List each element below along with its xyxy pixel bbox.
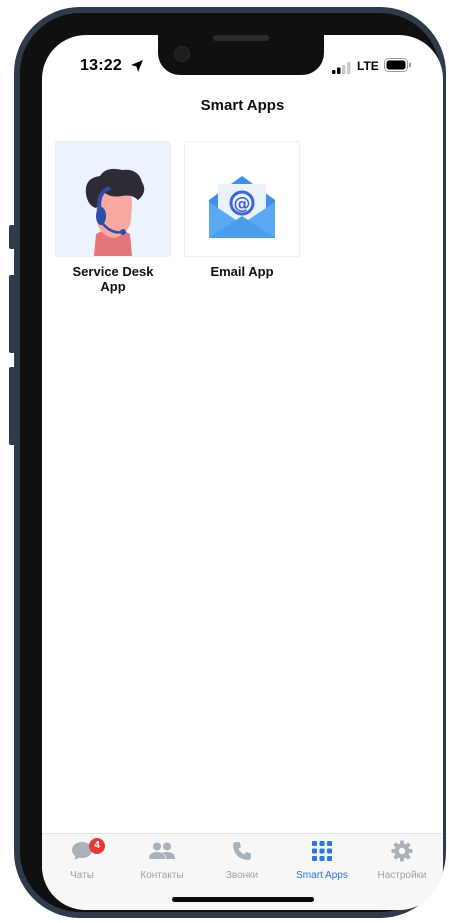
notch — [158, 35, 324, 75]
email-envelope-icon: @ — [185, 176, 299, 256]
tab-icon-wrap: 4 — [42, 838, 122, 866]
status-time: 13:22 — [80, 57, 122, 74]
app-label-email: Email App — [210, 264, 274, 279]
page-title: Smart Apps — [200, 97, 285, 114]
svg-text:@: @ — [234, 194, 251, 214]
apps-grid-icon — [311, 840, 333, 867]
app-tile-service-desk[interactable]: Service Desk App — [55, 141, 171, 294]
battery-icon — [384, 58, 412, 77]
unread-badge: 4 — [89, 838, 105, 854]
network-label: LTE — [357, 59, 379, 73]
app-label-service-desk: Service Desk App — [72, 264, 154, 294]
tab-label-settings: Настройки — [377, 870, 427, 881]
tab-chats[interactable]: 4 Чаты — [42, 838, 122, 881]
tab-label-smart-apps: Smart Apps — [296, 870, 348, 881]
tab-label-chats: Чаты — [70, 870, 94, 881]
app-thumbnail — [55, 141, 171, 257]
location-arrow-icon — [130, 59, 144, 78]
tab-contacts[interactable]: Контакты — [122, 840, 202, 881]
app-thumbnail: @ — [184, 141, 300, 257]
phone-icon — [231, 840, 253, 867]
app-tile-email[interactable]: @ Email App — [184, 141, 300, 279]
tab-settings[interactable]: Настройки — [362, 840, 442, 881]
tab-label-calls: Звонки — [225, 870, 259, 881]
tab-calls[interactable]: Звонки — [202, 840, 282, 881]
phone-frame: 13:22 LTE Smart Apps Service Desk App @ … — [14, 7, 446, 918]
tab-icon-wrap — [362, 840, 442, 866]
speaker — [213, 35, 269, 41]
tab-icon-wrap — [282, 840, 362, 866]
signal-icon — [332, 61, 352, 79]
tab-icon-wrap — [122, 840, 202, 866]
tab-icon-wrap — [202, 840, 282, 866]
phone-screen: 13:22 LTE Smart Apps Service Desk App @ … — [42, 35, 443, 910]
front-camera — [174, 46, 190, 62]
gear-icon — [391, 840, 413, 867]
tab-smart-apps[interactable]: Smart Apps — [282, 840, 362, 881]
home-indicator[interactable] — [172, 897, 314, 902]
contacts-icon — [148, 841, 176, 866]
phone-bezel: 13:22 LTE Smart Apps Service Desk App @ … — [20, 13, 443, 912]
tab-label-contacts: Контакты — [140, 870, 184, 881]
support-agent-icon — [56, 168, 170, 256]
canvas: 13:22 LTE Smart Apps Service Desk App @ … — [0, 0, 449, 923]
